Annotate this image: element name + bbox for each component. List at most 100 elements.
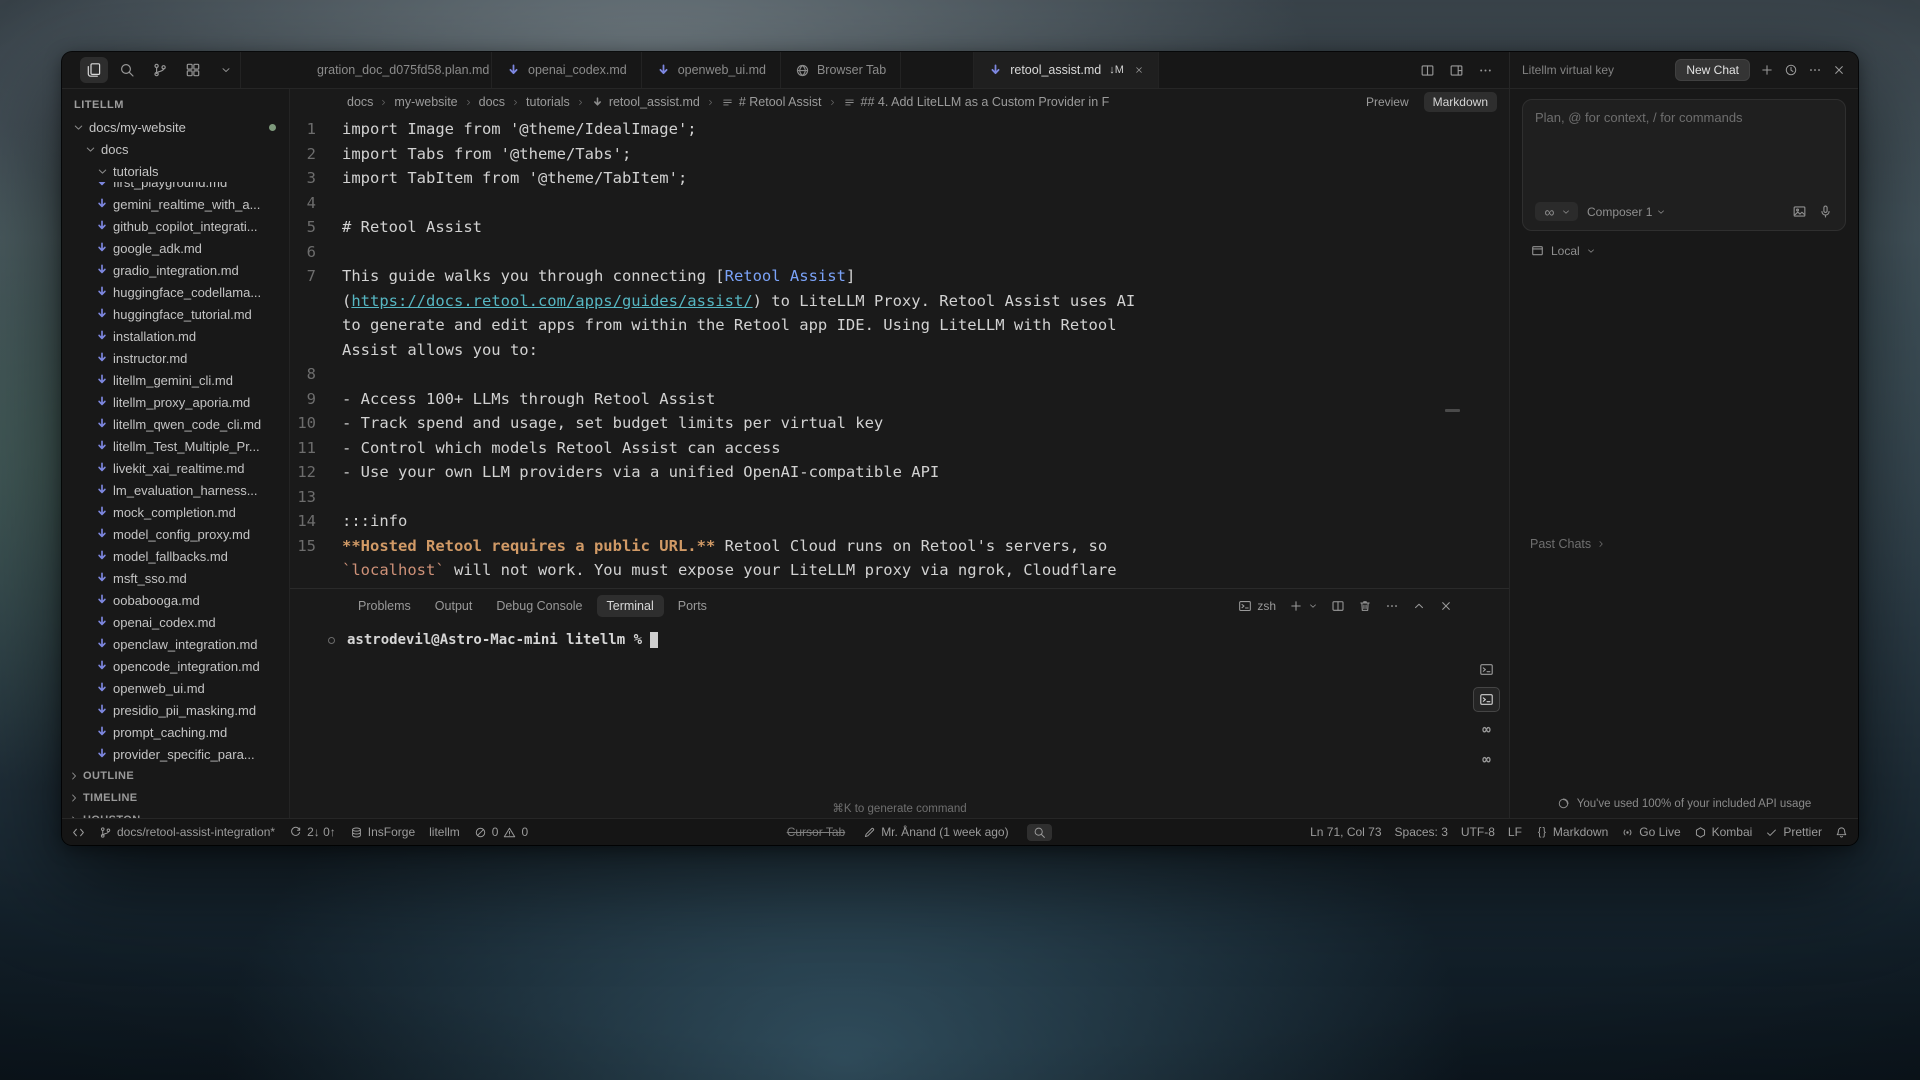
tree-file[interactable]: gemini_realtime_with_a...: [62, 193, 289, 215]
workspace-title[interactable]: LITELLM: [62, 94, 289, 116]
remote-indicator[interactable]: [72, 826, 85, 839]
editor-tab[interactable]: openai_codex.md: [492, 52, 642, 88]
tree-file[interactable]: litellm_proxy_aporia.md: [62, 391, 289, 413]
tree-file[interactable]: installation.md: [62, 325, 289, 347]
tree-file[interactable]: livekit_xai_realtime.md: [62, 457, 289, 479]
panel-tab-ports[interactable]: Ports: [668, 595, 717, 617]
eol-status[interactable]: LF: [1508, 825, 1522, 839]
tree-file[interactable]: oobabooga.md: [62, 589, 289, 611]
panel-tab-problems[interactable]: Problems: [348, 595, 421, 617]
new-terminal-icon[interactable]: [1289, 599, 1303, 613]
sidebar-section-timeline[interactable]: TIMELINE: [62, 787, 289, 809]
chat-history-icon[interactable]: [1784, 63, 1798, 77]
add-chat-icon[interactable]: [1760, 63, 1774, 77]
notifications-button[interactable]: [1835, 826, 1848, 839]
prettier-status[interactable]: Prettier: [1765, 825, 1822, 839]
sidebar-section-outline[interactable]: OUTLINE: [62, 765, 289, 787]
attach-image-icon[interactable]: [1792, 204, 1807, 219]
tree-file[interactable]: openai_codex.md: [62, 611, 289, 633]
maximize-panel-icon[interactable]: [1412, 599, 1426, 613]
agent-terminal-button[interactable]: ∞: [1473, 717, 1500, 742]
tree-file[interactable]: instructor.md: [62, 347, 289, 369]
editor-tab[interactable]: gration_doc_d075fd58.plan.md: [240, 52, 492, 88]
tree-file[interactable]: provider_specific_para...: [62, 743, 289, 765]
more-views-button[interactable]: [212, 57, 240, 83]
mode-button-markdown[interactable]: Markdown: [1424, 92, 1497, 112]
problems-status[interactable]: 0 0: [474, 825, 528, 839]
model-selector[interactable]: Composer 1: [1587, 205, 1666, 219]
tree-file[interactable]: openweb_ui.md: [62, 677, 289, 699]
tab-close-button[interactable]: [1134, 65, 1144, 75]
mode-button-preview[interactable]: Preview: [1357, 92, 1418, 112]
terminal-dropdown-icon[interactable]: [1308, 601, 1318, 611]
tree-file[interactable]: litellm_Test_Multiple_Pr...: [62, 435, 289, 457]
panel-tab-output[interactable]: Output: [425, 595, 483, 617]
tree-folder[interactable]: tutorials: [62, 160, 289, 182]
tree-file[interactable]: litellm_qwen_code_cli.md: [62, 413, 289, 435]
kombai-status[interactable]: Kombai: [1694, 825, 1753, 839]
breadcrumb-item[interactable]: ## 4. Add LiteLLM as a Custom Provider i…: [843, 95, 1110, 109]
layout-icon[interactable]: [1449, 63, 1464, 78]
tree-file[interactable]: first_playground.md: [62, 182, 289, 193]
insforge-status[interactable]: InsForge: [350, 825, 415, 839]
breadcrumb-item[interactable]: # Retool Assist: [721, 95, 822, 109]
chat-more-icon[interactable]: [1808, 63, 1822, 77]
tree-file[interactable]: presidio_pii_masking.md: [62, 699, 289, 721]
new-chat-button[interactable]: New Chat: [1675, 59, 1750, 81]
tree-file[interactable]: opencode_integration.md: [62, 655, 289, 677]
breadcrumb-item[interactable]: my-website: [394, 95, 457, 109]
tree-file[interactable]: lm_evaluation_harness...: [62, 479, 289, 501]
git-branch-status[interactable]: docs/retool-assist-integration*: [99, 825, 275, 839]
source-control-activity-button[interactable]: [146, 57, 174, 83]
git-sync-status[interactable]: 2↓ 0↑: [289, 825, 336, 839]
search-activity-button[interactable]: [113, 57, 141, 83]
git-blame-status[interactable]: Mr. Ånand (1 week ago): [863, 825, 1008, 839]
code-editor[interactable]: 1import Image from '@theme/IdealImage';2…: [290, 115, 1509, 588]
cursor-position-status[interactable]: Ln 71, Col 73: [1310, 825, 1381, 839]
breadcrumb-item[interactable]: retool_assist.md: [591, 95, 700, 109]
panel-tab-terminal[interactable]: Terminal: [597, 595, 664, 617]
agent-terminal-button[interactable]: ∞: [1473, 747, 1500, 772]
chat-close-icon[interactable]: [1832, 63, 1846, 77]
chat-input[interactable]: Plan, @ for context, / for commands ∞ Co…: [1522, 99, 1846, 231]
terminal[interactable]: astrodevil@Astro-Mac-mini litellm % ∞ ∞: [290, 623, 1509, 818]
tree-file[interactable]: huggingface_tutorial.md: [62, 303, 289, 325]
tree-file[interactable]: google_adk.md: [62, 237, 289, 259]
tree-file[interactable]: mock_completion.md: [62, 501, 289, 523]
tree-file[interactable]: litellm_gemini_cli.md: [62, 369, 289, 391]
agent-mode-selector[interactable]: ∞: [1535, 202, 1578, 221]
scrollbar-thumb[interactable]: [1445, 409, 1460, 412]
indentation-status[interactable]: Spaces: 3: [1395, 825, 1448, 839]
go-live-status[interactable]: Go Live: [1621, 825, 1680, 839]
microphone-icon[interactable]: [1818, 204, 1833, 219]
tree-file[interactable]: openclaw_integration.md: [62, 633, 289, 655]
kill-terminal-icon[interactable]: [1358, 599, 1372, 613]
tree-file[interactable]: model_config_proxy.md: [62, 523, 289, 545]
split-terminal-icon[interactable]: [1331, 599, 1345, 613]
encoding-status[interactable]: UTF-8: [1461, 825, 1495, 839]
tree-file[interactable]: github_copilot_integrati...: [62, 215, 289, 237]
editor-tab[interactable]: openweb_ui.md: [642, 52, 781, 88]
breadcrumb-item[interactable]: docs: [479, 95, 505, 109]
panel-more-icon[interactable]: [1385, 599, 1399, 613]
shell-selector[interactable]: zsh: [1238, 599, 1276, 613]
breadcrumb-item[interactable]: docs: [347, 95, 373, 109]
tree-file[interactable]: prompt_caching.md: [62, 721, 289, 743]
breadcrumb-item[interactable]: tutorials: [526, 95, 570, 109]
terminal-session-button-active[interactable]: [1473, 687, 1500, 712]
tree-file[interactable]: msft_sso.md: [62, 567, 289, 589]
editor-tab[interactable]: Browser Tab: [781, 52, 901, 88]
past-chats[interactable]: Past Chats: [1530, 537, 1606, 551]
tree-folder-root[interactable]: docs/my-website: [62, 116, 289, 138]
panel-tab-debug-console[interactable]: Debug Console: [486, 595, 592, 617]
cursor-tab-status[interactable]: Cursor Tab: [787, 825, 845, 839]
language-mode-status[interactable]: { }Markdown: [1535, 825, 1608, 839]
project-status[interactable]: litellm: [429, 825, 460, 839]
terminal-session-button[interactable]: [1473, 657, 1500, 682]
status-search-button[interactable]: [1027, 824, 1052, 841]
explorer-activity-button[interactable]: [80, 57, 108, 83]
extensions-activity-button[interactable]: [179, 57, 207, 83]
split-editor-icon[interactable]: [1420, 63, 1435, 78]
local-mode-selector[interactable]: Local: [1510, 231, 1858, 258]
close-panel-icon[interactable]: [1439, 599, 1453, 613]
